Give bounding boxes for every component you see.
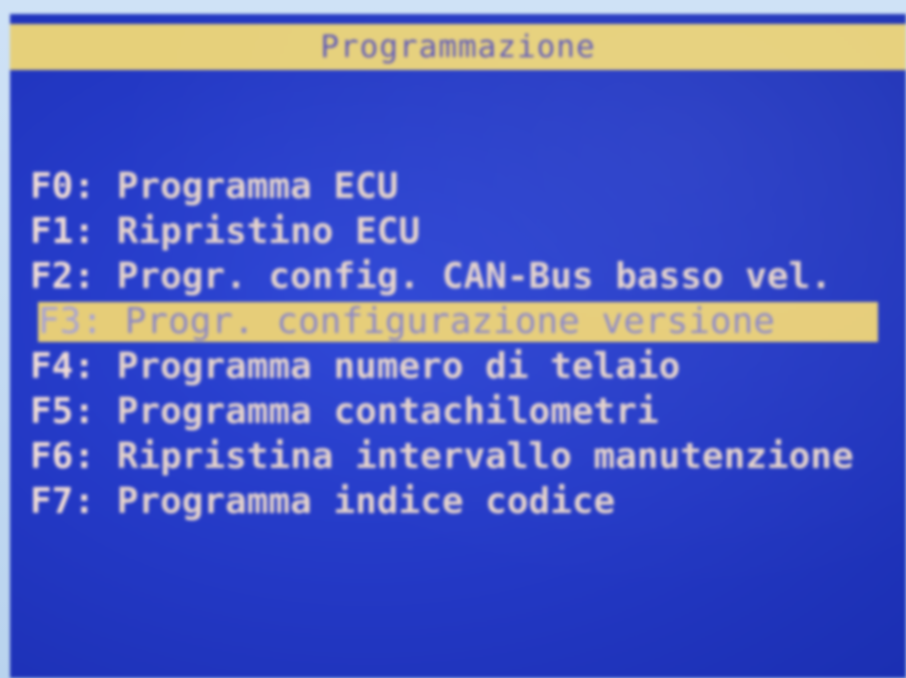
function-key-label: F6: <box>30 436 96 477</box>
function-key-label: F1: <box>30 211 96 252</box>
menu-item-label: Progr. configurazione versione <box>124 301 775 342</box>
screen-title: Programmazione <box>320 29 596 65</box>
menu-item-f6[interactable]: F6: Ripristina intervallo manutenzione <box>30 434 906 479</box>
menu-item-label: Progr. config. CAN-Bus basso vel. <box>116 256 832 297</box>
function-key-label: F7: <box>30 481 96 522</box>
menu-item-label: Ripristino ECU <box>116 211 421 252</box>
menu-item-label: Programma indice codice <box>116 481 616 522</box>
menu-item-f3-selected[interactable]: F3: Progr. configurazione versione <box>38 302 878 342</box>
menu-item-label: Programma ECU <box>116 166 399 207</box>
menu-item-label: Ripristina intervallo manutenzione <box>116 436 854 477</box>
function-key-label: F5: <box>30 391 96 432</box>
function-key-label: F3: <box>38 301 104 342</box>
menu-item-f4[interactable]: F4: Programma numero di telaio <box>30 344 906 389</box>
menu-item-f1[interactable]: F1: Ripristino ECU <box>30 209 906 254</box>
menu-item-f0[interactable]: F0: Programma ECU <box>30 164 906 209</box>
function-key-label: F0: <box>30 166 96 207</box>
diagnostic-screen: Programmazione F0: Programma ECU F1: Rip… <box>10 14 906 678</box>
menu-item-label: Programma contachilometri <box>116 391 659 432</box>
function-key-label: F2: <box>30 256 96 297</box>
menu-item-label: Programma numero di telaio <box>116 346 681 387</box>
title-bar: Programmazione <box>10 24 906 70</box>
menu-item-f5[interactable]: F5: Programma contachilometri <box>30 389 906 434</box>
menu-item-f7[interactable]: F7: Programma indice codice <box>30 479 906 524</box>
function-key-label: F4: <box>30 346 96 387</box>
menu-item-f2[interactable]: F2: Progr. config. CAN-Bus basso vel. <box>30 254 906 299</box>
programming-menu: F0: Programma ECU F1: Ripristino ECU F2:… <box>30 164 906 524</box>
